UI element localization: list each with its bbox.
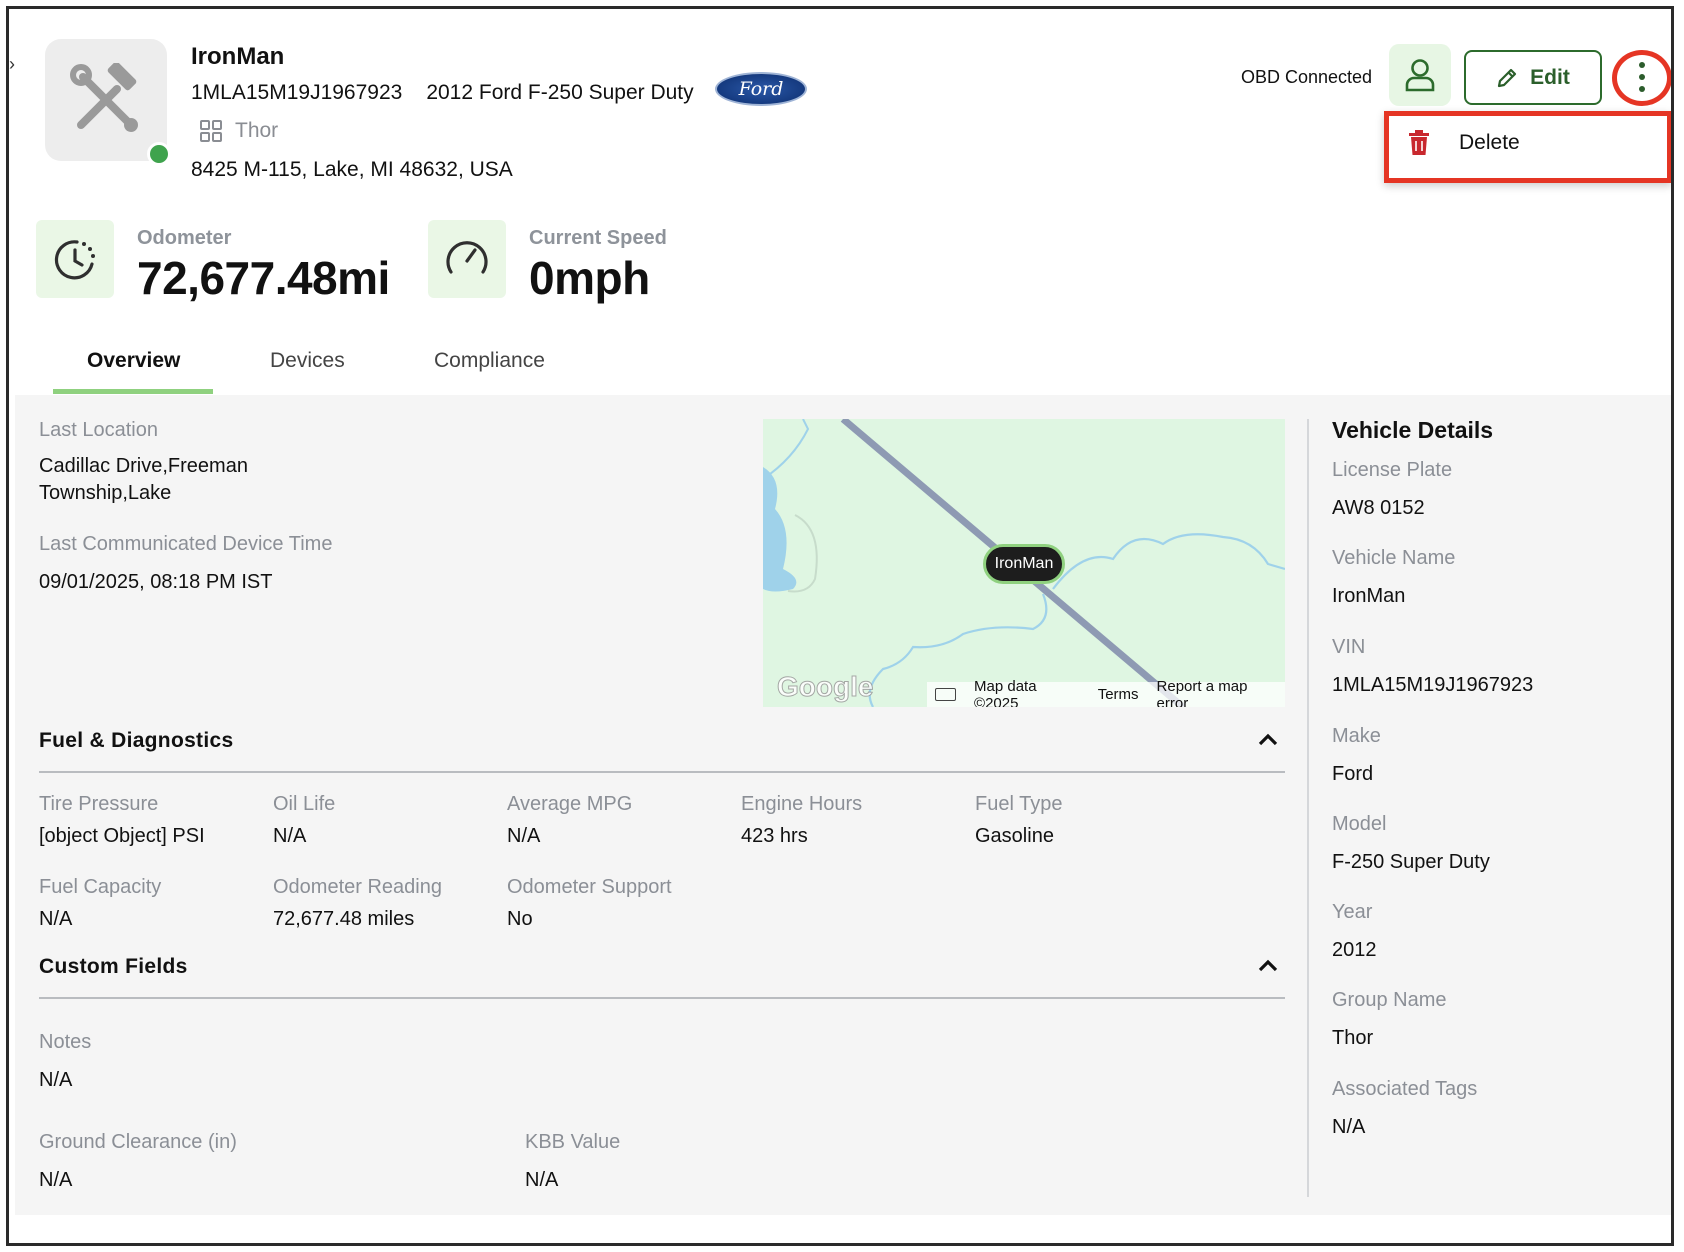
vehicle-name: IronMan	[191, 43, 285, 70]
fuel-type-value: Gasoline	[975, 825, 1054, 847]
delete-label: Delete	[1459, 131, 1520, 154]
map-terms-link[interactable]: Terms	[1098, 686, 1139, 703]
vehicle-address: 8425 M-115, Lake, MI 48632, USA	[191, 158, 513, 181]
vehicle-name-label: Vehicle Name	[1332, 547, 1456, 569]
chevron-up-icon[interactable]	[1258, 729, 1278, 752]
details-divider	[1307, 419, 1309, 1197]
odometer-support-label: Odometer Support	[507, 876, 672, 898]
license-plate-value: AW8 0152	[1332, 497, 1425, 519]
notes-value: N/A	[39, 1069, 73, 1091]
odometer-reading-value: 72,677.48 miles	[273, 908, 415, 930]
associated-tags-label: Associated Tags	[1332, 1078, 1478, 1100]
fuel-diagnostics-title: Fuel & Diagnostics	[39, 729, 234, 752]
associated-tags-value: N/A	[1332, 1116, 1366, 1138]
vehicle-id-line: 1MLA15M19J1967923 2012 Ford F-250 Super …	[191, 81, 694, 105]
tools-icon	[70, 63, 138, 132]
vin-value: 1MLA15M19J1967923	[1332, 674, 1534, 696]
engine-hours-value: 423 hrs	[741, 825, 808, 847]
vehicle-group-label: Thor	[235, 119, 279, 142]
tab-compliance[interactable]: Compliance	[434, 349, 545, 373]
ground-clearance-value: N/A	[39, 1169, 73, 1191]
fuel-capacity-value: N/A	[39, 908, 73, 930]
vehicle-avatar	[45, 39, 167, 161]
map-pin-ironman[interactable]: IronMan	[983, 544, 1065, 584]
last-location-line2: Township,Lake	[39, 482, 172, 504]
map-footer: Map data ©2025 Terms Report a map error	[927, 678, 1285, 707]
speedometer-icon	[446, 241, 488, 274]
keyboard-icon[interactable]	[935, 688, 957, 701]
tire-pressure-value: [object Object] PSI	[39, 825, 205, 847]
online-status-dot	[147, 142, 171, 166]
odometer-icon	[54, 240, 95, 280]
odometer-value: 72,677.48mi	[137, 252, 390, 304]
custom-fields-title: Custom Fields	[39, 955, 188, 978]
last-location-line1: Cadillac Drive,Freeman	[39, 455, 248, 477]
app-frame: › IronMan 1MLA15M19J1967923 2012 Ford F-…	[6, 6, 1674, 1246]
vehicle-group[interactable]: Thor	[199, 119, 278, 143]
license-plate-label: License Plate	[1332, 459, 1453, 481]
ground-clearance-label: Ground Clearance (in)	[39, 1131, 237, 1153]
grid-icon	[200, 120, 222, 142]
vehicle-name-value: IronMan	[1332, 585, 1406, 607]
vehicle-vin: 1MLA15M19J1967923	[191, 81, 403, 104]
model-value: F-250 Super Duty	[1332, 851, 1490, 873]
assign-driver-button[interactable]	[1389, 44, 1451, 106]
average-mpg-value: N/A	[507, 825, 541, 847]
odometer-support-value: No	[507, 908, 533, 930]
map-data-text: Map data ©2025	[974, 677, 1037, 708]
speed-label: Current Speed	[529, 227, 667, 249]
odometer-reading-label: Odometer Reading	[273, 876, 442, 898]
fuel-capacity-label: Fuel Capacity	[39, 876, 162, 898]
make-value: Ford	[1332, 763, 1374, 785]
more-options-button[interactable]	[1612, 50, 1671, 106]
more-options-menu: Delete	[1384, 111, 1671, 183]
group-name-value: Thor	[1332, 1027, 1374, 1049]
custom-divider	[39, 997, 1285, 999]
delete-menu-item[interactable]: Delete	[1407, 130, 1520, 156]
more-vertical-icon	[1639, 62, 1645, 68]
kbb-value-label: KBB Value	[525, 1131, 621, 1153]
chevron-up-icon[interactable]	[1258, 955, 1278, 978]
vin-label: VIN	[1332, 636, 1366, 658]
vehicle-description: 2012 Ford F-250 Super Duty	[426, 81, 694, 104]
group-name-label: Group Name	[1332, 989, 1447, 1011]
oil-life-value: N/A	[273, 825, 307, 847]
speed-value: 0mph	[529, 252, 650, 304]
average-mpg-label: Average MPG	[507, 793, 633, 815]
kbb-value-value: N/A	[525, 1169, 559, 1191]
active-tab-indicator	[53, 389, 213, 394]
year-value: 2012	[1332, 939, 1377, 961]
tab-devices[interactable]: Devices	[270, 349, 345, 373]
map-report-link[interactable]: Report a map error	[1157, 678, 1277, 708]
notes-label: Notes	[39, 1031, 92, 1053]
odometer-icon-box	[36, 220, 114, 298]
pencil-icon	[1498, 68, 1517, 87]
edit-button[interactable]: Edit	[1464, 50, 1602, 105]
obd-status: OBD Connected	[1241, 67, 1373, 87]
model-label: Model	[1332, 813, 1387, 835]
edit-button-label: Edit	[1530, 65, 1570, 89]
year-label: Year	[1332, 901, 1373, 923]
odometer-label: Odometer	[137, 227, 232, 249]
last-comm-value: 09/01/2025, 08:18 PM IST	[39, 571, 273, 593]
overview-panel: Last Location Cadillac Drive,Freeman Tow…	[15, 395, 1671, 1215]
last-comm-label: Last Communicated Device Time	[39, 533, 333, 555]
trash-icon	[1409, 130, 1429, 155]
ford-logo: Ford	[715, 72, 807, 106]
engine-hours-label: Engine Hours	[741, 793, 863, 815]
person-icon	[1405, 59, 1435, 92]
sidebar-expand-icon[interactable]: ›	[9, 53, 21, 75]
fuel-divider	[39, 771, 1285, 773]
make-label: Make	[1332, 725, 1381, 747]
tab-overview[interactable]: Overview	[87, 349, 180, 373]
speed-icon-box	[428, 220, 506, 298]
vehicle-details-title: Vehicle Details	[1332, 417, 1494, 443]
last-location-label: Last Location	[39, 419, 158, 441]
google-logo: Google	[776, 671, 874, 703]
location-map[interactable]: IronMan Google Map data ©2025 Terms Repo…	[763, 419, 1285, 707]
fuel-type-label: Fuel Type	[975, 793, 1063, 815]
tire-pressure-label: Tire Pressure	[39, 793, 159, 815]
oil-life-label: Oil Life	[273, 793, 336, 815]
